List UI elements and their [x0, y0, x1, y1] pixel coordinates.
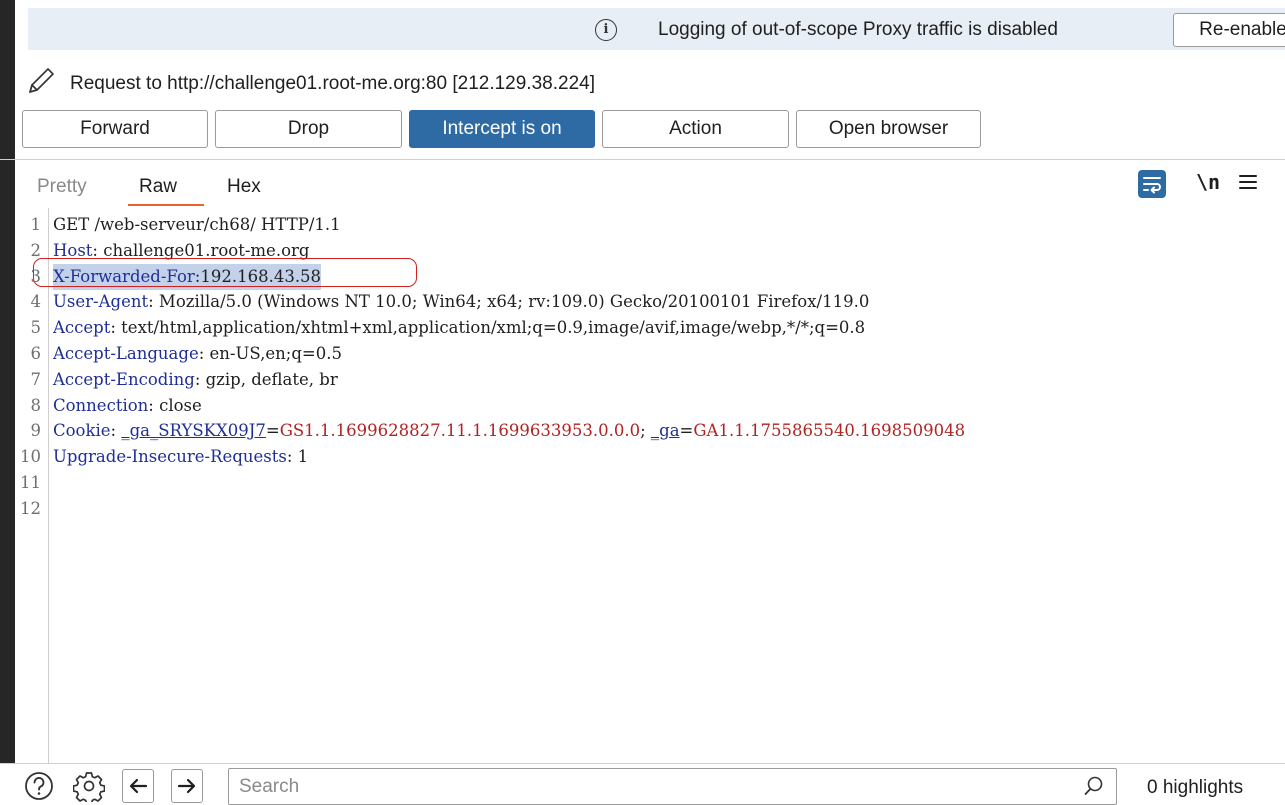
line-content: GET /web-serveur/ch68/ HTTP/1.1: [53, 212, 341, 238]
line-content: Upgrade-Insecure-Requests: 1: [53, 444, 308, 470]
line-number: 5: [30, 318, 42, 338]
newline-icon[interactable]: \n: [1196, 170, 1220, 194]
line-number: 12: [20, 498, 41, 518]
header-separator: :: [110, 421, 122, 441]
arrow-left-icon: [129, 778, 148, 794]
tab-hex[interactable]: Hex: [227, 176, 261, 198]
active-tab-indicator: [128, 204, 204, 206]
header-name: Host: [53, 240, 93, 260]
header-value: close: [159, 395, 202, 415]
search-box: [228, 768, 1117, 805]
cookie-equals: =: [679, 421, 694, 441]
line-content: Cookie: _ga_SRYSKX09J7=GS1.1.1699628827.…: [53, 418, 965, 444]
open-browser-button[interactable]: Open browser: [796, 110, 981, 148]
highlight-count: 0 highlights: [1147, 777, 1244, 798]
header-name: User-Agent: [53, 292, 149, 312]
header-separator: :: [148, 292, 159, 312]
header-value: Mozilla/5.0 (Windows NT 10.0; Win64; x64…: [158, 292, 870, 312]
line-content: User-Agent: Mozilla/5.0 (Windows NT 10.0…: [53, 289, 869, 315]
action-button[interactable]: Action: [602, 110, 789, 148]
header-name: Accept: [53, 318, 111, 338]
line-number: 7: [30, 369, 42, 389]
previous-match-button[interactable]: [122, 769, 154, 803]
line-content: Accept-Language: en-US,en;q=0.5: [53, 341, 342, 367]
header-separator: :: [148, 395, 160, 415]
cookie-name: _ga_SRYSKX09J7: [121, 421, 266, 441]
info-icon: i: [595, 19, 617, 41]
raw-request-editor[interactable]: 1 GET /web-serveur/ch68/ HTTP/1.1 2 Host: c…: [0, 208, 1285, 763]
header-separator: :: [194, 369, 206, 389]
line-content: Connection: close: [53, 393, 202, 419]
annotation-highlight: [33, 258, 417, 287]
line-number: 6: [30, 343, 42, 363]
header-separator: :: [92, 240, 104, 260]
word-wrap-icon[interactable]: [1138, 170, 1166, 198]
request-title: Request to http://challenge01.root-me.or…: [70, 73, 595, 94]
header-name: Accept-Language: [53, 343, 199, 363]
cookie-equals: =: [265, 421, 280, 441]
line-number: 4: [30, 292, 42, 312]
next-match-button[interactable]: [171, 769, 203, 803]
tab-pretty[interactable]: Pretty: [37, 176, 87, 198]
header-value: en-US,en;q=0.5: [209, 343, 342, 363]
header-name: Cookie: [53, 421, 111, 441]
line-number: 1: [30, 215, 42, 234]
drop-button[interactable]: Drop: [215, 110, 402, 148]
line-number: 11: [20, 472, 41, 492]
header-separator: :: [110, 318, 122, 338]
header-value: gzip, deflate, br: [205, 369, 338, 389]
arrow-right-icon: [177, 778, 196, 794]
header-name: Upgrade-Insecure-Requests: [53, 447, 287, 467]
hamburger-menu-icon[interactable]: [1238, 172, 1258, 192]
line-content: Accept-Encoding: gzip, deflate, br: [53, 367, 338, 393]
header-value: text/html,application/xhtml+xml,applicat…: [121, 318, 866, 338]
banner-message: Logging of out-of-scope Proxy traffic is…: [658, 19, 1058, 40]
gear-icon[interactable]: [73, 770, 105, 802]
header-value: challenge01.root-me.org: [103, 240, 310, 260]
search-input[interactable]: [239, 769, 1059, 804]
cookie-name: _ga: [650, 421, 680, 441]
header-name: Connection: [53, 395, 149, 415]
line-number: 10: [20, 447, 41, 467]
re-enable-button[interactable]: Re-enable: [1173, 13, 1285, 47]
help-icon[interactable]: [24, 771, 54, 801]
header-separator: :: [286, 447, 298, 467]
tab-raw[interactable]: Raw: [139, 176, 177, 198]
line-number: 8: [30, 395, 42, 415]
pencil-icon[interactable]: [24, 64, 58, 98]
cookie-value: GA1.1.1755865540.1698509048: [693, 421, 966, 441]
forward-button[interactable]: Forward: [22, 110, 208, 148]
header-value: GET /web-serveur/ch68/ HTTP/1.1: [53, 215, 341, 234]
header-separator: :: [198, 343, 210, 363]
header-name: Accept-Encoding: [53, 369, 195, 389]
header-value: 1: [297, 447, 309, 467]
line-number: 9: [30, 421, 42, 441]
proxy-logging-banner: i Logging of out-of-scope Proxy traffic …: [28, 8, 1285, 50]
cookie-value: GS1.1.1699628827.11.1.1699633953.0.0.0: [279, 421, 641, 441]
search-icon[interactable]: [1083, 775, 1105, 797]
line-content: Accept: text/html,application/xhtml+xml,…: [53, 315, 865, 341]
divider: [0, 159, 1285, 160]
intercept-toggle-button[interactable]: Intercept is on: [409, 110, 595, 148]
cookie-delimiter: ;: [640, 421, 651, 441]
